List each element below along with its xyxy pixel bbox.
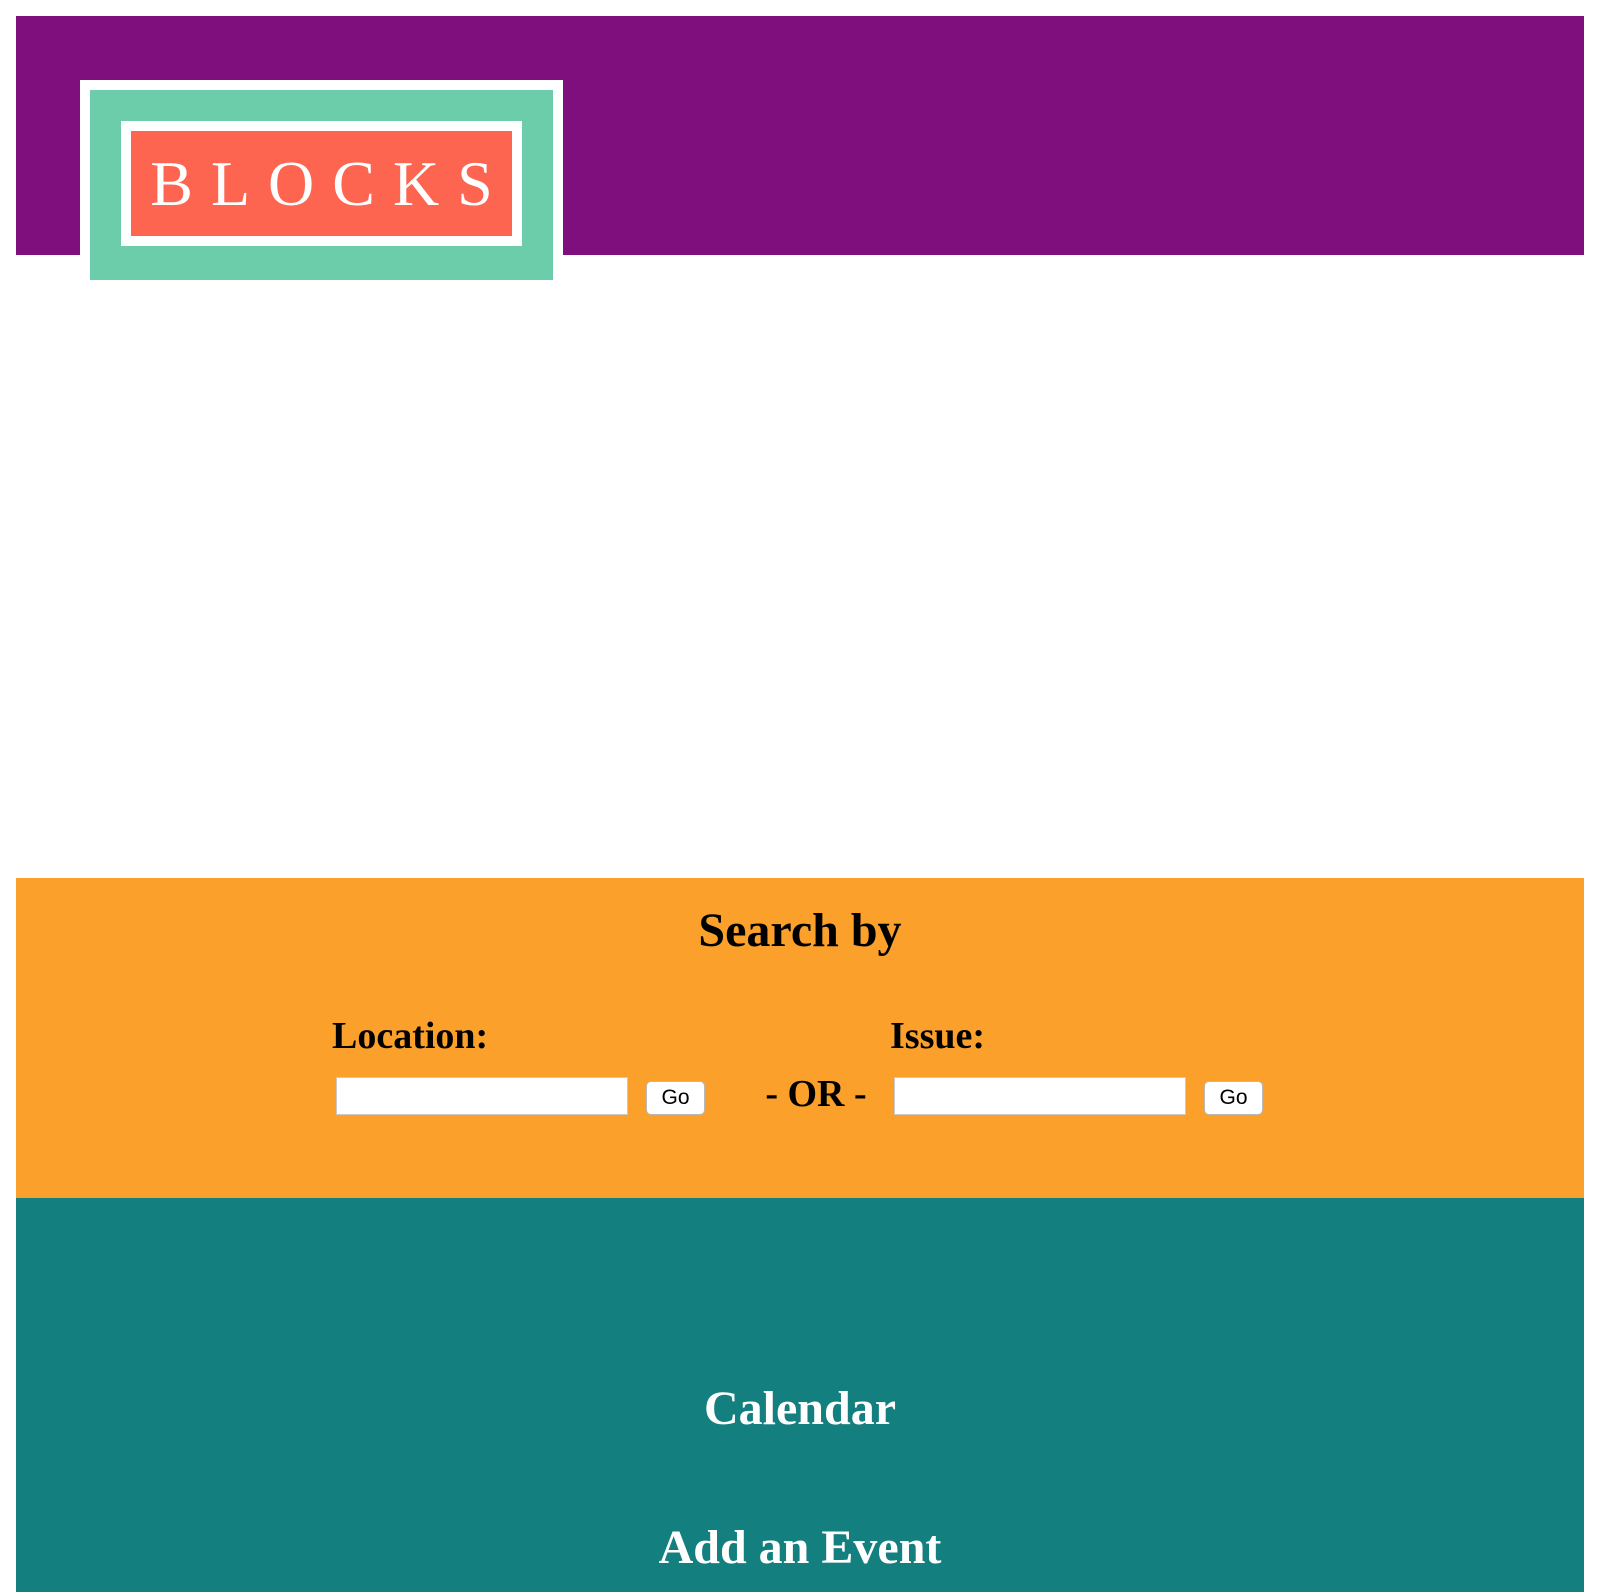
location-label: Location: bbox=[332, 1015, 489, 1057]
add-event-link[interactable]: Add an Event bbox=[16, 1519, 1584, 1577]
logo-white-frame: BLOCKS bbox=[121, 121, 522, 246]
issue-go-button[interactable]: Go bbox=[1204, 1081, 1263, 1115]
blocks-logo[interactable]: BLOCKS bbox=[80, 80, 563, 280]
search-title: Search by bbox=[698, 904, 902, 957]
issue-input[interactable] bbox=[894, 1077, 1186, 1115]
calendar-link[interactable]: Calendar bbox=[16, 1380, 1584, 1438]
location-input[interactable] bbox=[336, 1077, 628, 1115]
links-section: Calendar Add an Event bbox=[16, 1198, 1584, 1592]
location-go-button[interactable]: Go bbox=[646, 1081, 705, 1115]
logo-red-panel: BLOCKS bbox=[131, 131, 512, 236]
site-header: BLOCKS bbox=[16, 16, 1584, 280]
logo-mint-frame: BLOCKS bbox=[90, 90, 553, 280]
issue-label: Issue: bbox=[890, 1015, 986, 1057]
or-separator: - OR - bbox=[765, 1073, 867, 1115]
logo-text: BLOCKS bbox=[150, 147, 511, 219]
search-section: Search by Location: Go - OR - Issue: Go bbox=[16, 878, 1584, 1198]
